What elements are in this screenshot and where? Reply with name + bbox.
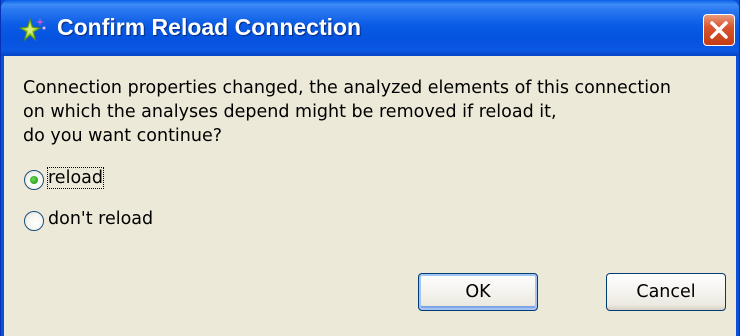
dialog-title: Confirm Reload Connection <box>57 14 362 40</box>
title-bar[interactable]: Confirm Reload Connection <box>1 0 739 56</box>
radio-button-selected[interactable] <box>24 170 44 190</box>
message-line: Connection properties changed, the analy… <box>23 78 671 98</box>
radio-dot-icon <box>30 176 38 184</box>
radio-reload[interactable]: reload <box>24 167 124 192</box>
dialog-window: Confirm Reload Connection Connection pro… <box>0 0 740 336</box>
message-line: do you want continue? <box>23 126 223 146</box>
message-line: on which the analyses depend might be re… <box>23 102 557 122</box>
message-text: Connection properties changed, the analy… <box>23 76 671 148</box>
radio-label-dont-reload[interactable]: don't reload <box>48 209 153 229</box>
radio-dont-reload[interactable]: don't reload <box>24 209 184 233</box>
radio-label-reload[interactable]: reload <box>47 167 104 189</box>
ok-button[interactable]: OK <box>418 273 538 311</box>
cancel-button[interactable]: Cancel <box>606 273 726 311</box>
sparkle-star-icon <box>18 16 48 46</box>
close-button[interactable] <box>703 14 735 46</box>
radio-button[interactable] <box>24 211 44 231</box>
